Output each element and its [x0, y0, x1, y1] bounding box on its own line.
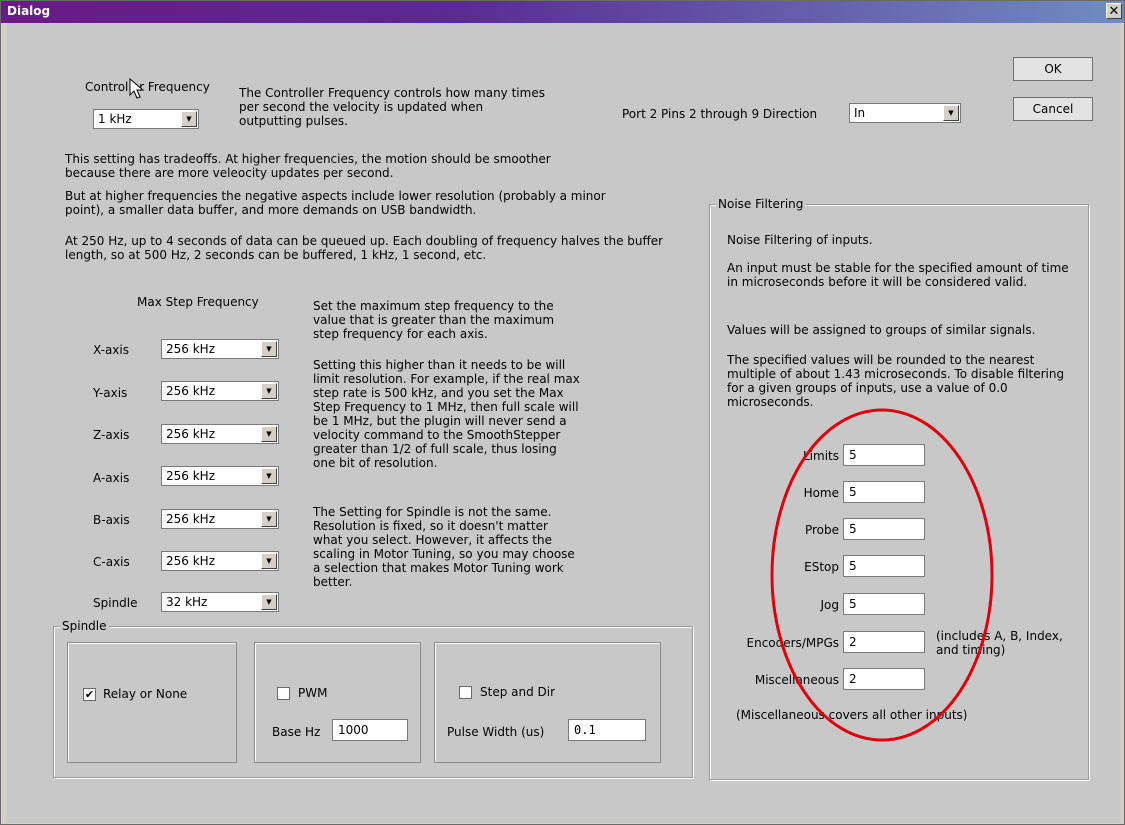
tradeoffs-paragraph: This setting has tradeoffs. At higher fr… — [65, 152, 551, 180]
relay-label: Relay or None — [103, 687, 188, 701]
controller-frequency-select[interactable]: 1 kHz ▼ — [93, 109, 199, 129]
max-step-heading: Max Step Frequency — [137, 295, 259, 309]
y-axis-frequency-select[interactable]: 256 kHz ▼ — [161, 381, 279, 401]
cancel-button[interactable]: Cancel — [1013, 97, 1093, 121]
axis-label: B-axis — [93, 513, 130, 527]
c-axis-frequency-select[interactable]: 256 kHz ▼ — [161, 551, 279, 571]
pwm-label: PWM — [298, 686, 328, 700]
base-hz-label: Base Hz — [272, 725, 321, 739]
axis-value: 256 kHz — [166, 384, 215, 398]
spindle-group-label: Spindle — [60, 619, 109, 633]
title-bar[interactable]: Dialog ✕ — [1, 1, 1124, 23]
controller-frequency-label: Controller Frequency — [85, 80, 210, 94]
port-direction-select[interactable]: In ▼ — [849, 103, 961, 123]
chevron-down-icon[interactable]: ▼ — [181, 111, 197, 127]
controller-frequency-description: The Controller Frequency controls how ma… — [239, 86, 545, 128]
axis-value: 256 kHz — [166, 512, 215, 526]
chevron-down-icon[interactable]: ▼ — [261, 511, 277, 527]
relay-frame — [67, 642, 237, 763]
ok-button[interactable]: OK — [1013, 57, 1093, 81]
controller-frequency-value: 1 kHz — [98, 112, 132, 126]
pulse-width-label: Pulse Width (us) — [447, 725, 545, 739]
base-hz-input[interactable]: 1000 — [332, 719, 408, 741]
axis-label: Z-axis — [93, 428, 130, 442]
z-axis-frequency-select[interactable]: 256 kHz ▼ — [161, 424, 279, 444]
max-step-info-2: Setting this higher than it needs to be … — [313, 358, 580, 470]
chevron-down-icon[interactable]: ▼ — [943, 105, 959, 121]
pulse-width-input[interactable]: 0.1 — [568, 719, 646, 741]
noise-filtering-rounding: The specified values will be rounded to … — [727, 353, 1065, 409]
axis-value: 256 kHz — [166, 469, 215, 483]
port-direction-label: Port 2 Pins 2 through 9 Direction — [622, 107, 818, 121]
stepdir-checkbox[interactable] — [459, 686, 472, 699]
pwm-frame — [254, 642, 421, 763]
max-step-info-3: The Setting for Spindle is not the same.… — [313, 505, 575, 589]
relay-checkbox[interactable]: ✔ — [83, 688, 96, 701]
pwm-checkbox[interactable] — [277, 687, 290, 700]
mouse-pointer-icon — [129, 78, 145, 99]
buffer-paragraph: At 250 Hz, up to 4 seconds of data can b… — [65, 234, 664, 262]
chevron-down-icon[interactable]: ▼ — [261, 594, 277, 610]
axis-value: 32 kHz — [166, 595, 208, 609]
axis-label: X-axis — [93, 343, 129, 357]
max-step-info-1: Set the maximum step frequency to the va… — [313, 299, 555, 341]
b-axis-frequency-select[interactable]: 256 kHz ▼ — [161, 509, 279, 529]
axis-value: 256 kHz — [166, 554, 215, 568]
axis-label: A-axis — [93, 471, 130, 485]
axis-label: C-axis — [93, 555, 130, 569]
noise-filtering-stability: An input must be stable for the specifie… — [727, 261, 1069, 289]
dialog-window: Dialog ✕ OK Cancel Controller Frequency … — [0, 0, 1125, 825]
base-hz-value: 1000 — [338, 723, 369, 737]
negative-aspects-paragraph: But at higher frequencies the negative a… — [65, 189, 606, 217]
spindle-frequency-select[interactable]: 32 kHz ▼ — [161, 592, 279, 612]
x-axis-frequency-select[interactable]: 256 kHz ▼ — [161, 339, 279, 359]
chevron-down-icon[interactable]: ▼ — [261, 383, 277, 399]
port-direction-value: In — [854, 106, 866, 120]
a-axis-frequency-select[interactable]: 256 kHz ▼ — [161, 466, 279, 486]
close-button[interactable]: ✕ — [1106, 3, 1122, 19]
noise-filtering-groups: Values will be assigned to groups of sim… — [727, 323, 1036, 337]
axis-label: Y-axis — [93, 386, 128, 400]
chevron-down-icon[interactable]: ▼ — [261, 468, 277, 484]
chevron-down-icon[interactable]: ▼ — [261, 553, 277, 569]
noise-filtering-intro: Noise Filtering of inputs. — [727, 233, 873, 247]
stepdir-frame — [434, 642, 661, 763]
stepdir-label: Step and Dir — [480, 685, 556, 699]
highlight-ellipse-shape — [770, 408, 994, 742]
noise-filtering-group-label: Noise Filtering — [716, 197, 806, 211]
axis-value: 256 kHz — [166, 427, 215, 441]
chevron-down-icon[interactable]: ▼ — [261, 426, 277, 442]
window-title: Dialog — [7, 4, 51, 18]
highlight-ellipse — [770, 408, 994, 742]
chevron-down-icon[interactable]: ▼ — [261, 341, 277, 357]
axis-value: 256 kHz — [166, 342, 215, 356]
dialog-client: OK Cancel Controller Frequency 1 kHz ▼ T… — [7, 23, 1120, 823]
pulse-width-value: 0.1 — [574, 723, 596, 737]
axis-label: Spindle — [93, 596, 138, 610]
